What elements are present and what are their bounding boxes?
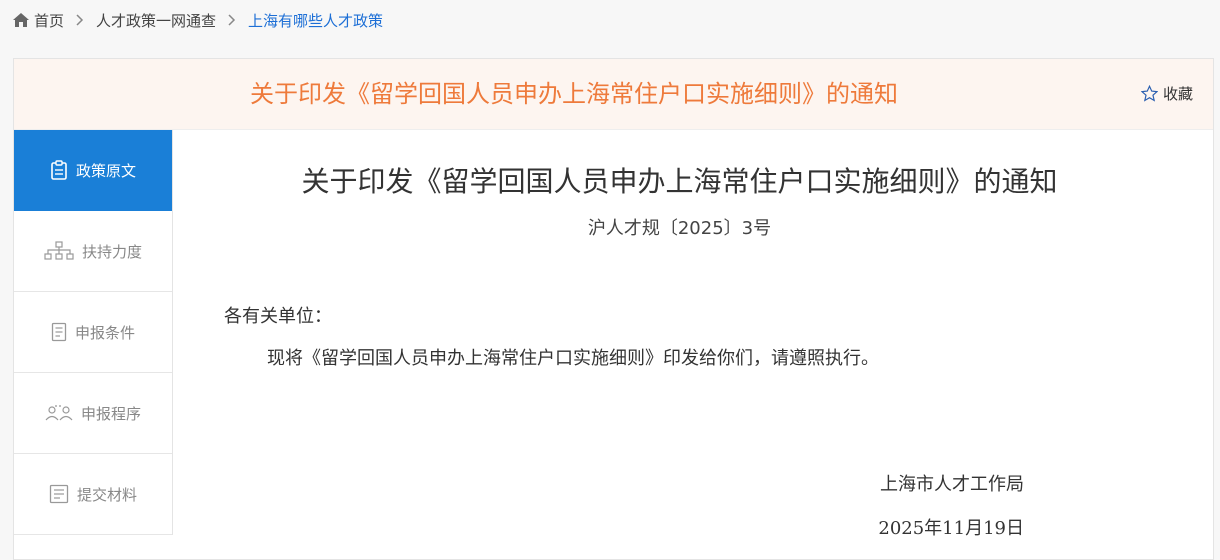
page-title: 关于印发《留学回国人员申办上海常住户口实施细则》的通知 — [250, 80, 898, 108]
document-issuer: 上海市人才工作局 — [880, 474, 1024, 495]
breadcrumb-policy-search[interactable]: 人才政策一网通查 — [96, 10, 216, 31]
people-icon — [45, 403, 73, 423]
nav-item-conditions[interactable]: 申报条件 — [14, 292, 172, 373]
hierarchy-icon — [44, 241, 74, 261]
star-icon — [1140, 85, 1158, 102]
breadcrumb: 首页 人才政策一网通查 上海有哪些人才政策 — [12, 8, 383, 32]
nav-label: 政策原文 — [75, 161, 136, 180]
nav-item-materials[interactable]: 提交材料 — [14, 454, 172, 535]
document-number: 沪人才规〔2025〕3号 — [587, 218, 772, 239]
favorite-label: 收藏 — [1162, 85, 1193, 103]
document-date: 2025年11月19日 — [878, 518, 1024, 539]
document-icon — [51, 322, 67, 342]
clipboard-icon — [50, 160, 68, 180]
nav-item-procedure[interactable]: 申报程序 — [14, 373, 172, 454]
nav-item-support[interactable]: 扶持力度 — [14, 211, 172, 292]
policy-panel: 关于印发《留学回国人员申办上海常住户口实施细则》的通知 收藏 政策原文 扶持力度 — [13, 58, 1214, 560]
document-paragraph: 现将《留学回国人员申办上海常住户口实施细则》印发给你们，请遵照执行。 — [267, 348, 879, 369]
nav-item-policy-text[interactable]: 政策原文 — [14, 130, 172, 211]
nav-label: 申报条件 — [74, 323, 135, 342]
document-title: 关于印发《留学回国人员申办上海常住户口实施细则》的通知 — [301, 165, 1058, 198]
breadcrumb-current[interactable]: 上海有哪些人才政策 — [248, 10, 383, 31]
chevron-right-icon — [76, 14, 84, 26]
favorite-button[interactable]: 收藏 — [1140, 83, 1193, 104]
document-body: 关于印发《留学回国人员申办上海常住户口实施细则》的通知 沪人才规〔2025〕3号… — [172, 130, 1212, 560]
document-salutation: 各有关单位： — [224, 306, 332, 327]
form-icon — [49, 484, 69, 504]
nav-label: 扶持力度 — [81, 242, 142, 261]
title-bar: 关于印发《留学回国人员申办上海常住户口实施细则》的通知 收藏 — [14, 59, 1213, 130]
breadcrumb-home[interactable]: 首页 — [34, 10, 64, 31]
home-icon[interactable] — [12, 12, 30, 28]
nav-label: 提交材料 — [76, 485, 137, 504]
chevron-right-icon — [228, 14, 236, 26]
nav-label: 申报程序 — [80, 404, 141, 423]
side-nav: 政策原文 扶持力度 申报条件 申报程序 提交材料 — [14, 130, 173, 535]
